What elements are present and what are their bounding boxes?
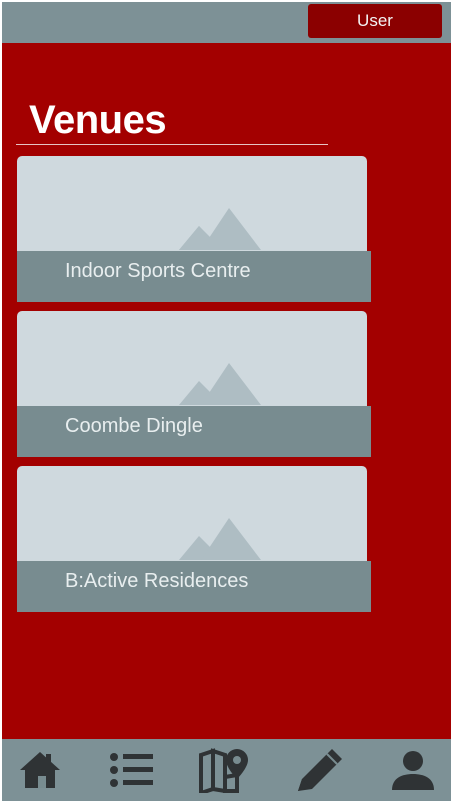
- bottom-nav: [2, 739, 451, 801]
- venue-card[interactable]: Coombe Dingle: [17, 311, 371, 457]
- map-pin-icon: [199, 748, 248, 793]
- venue-name: B:Active Residences: [65, 570, 249, 592]
- venue-label-band: Indoor Sports Centre: [17, 251, 371, 302]
- nav-map[interactable]: [195, 739, 255, 801]
- venue-card[interactable]: B:Active Residences: [17, 466, 371, 612]
- screen: User Venues Indoor Sports Centre Coombe …: [2, 2, 451, 801]
- image-placeholder-icon: [179, 363, 261, 405]
- page-title: Venues: [29, 98, 167, 142]
- venue-card[interactable]: Indoor Sports Centre: [17, 156, 371, 302]
- nav-edit[interactable]: [290, 739, 350, 801]
- list-icon: [110, 753, 153, 787]
- nav-profile[interactable]: [383, 739, 443, 801]
- top-bar: User: [2, 2, 451, 43]
- user-button[interactable]: User: [308, 4, 442, 38]
- title-divider: [16, 144, 328, 145]
- app-root: User Venues Indoor Sports Centre Coombe …: [0, 0, 455, 803]
- image-placeholder-icon: [179, 208, 261, 250]
- nav-home[interactable]: [10, 739, 70, 801]
- venue-label-band: Coombe Dingle: [17, 406, 371, 457]
- pencil-icon: [298, 749, 342, 791]
- nav-list[interactable]: [102, 739, 162, 801]
- person-icon: [392, 751, 434, 790]
- home-icon: [20, 752, 60, 788]
- venue-name: Indoor Sports Centre: [65, 260, 251, 282]
- venue-label-band: B:Active Residences: [17, 561, 371, 612]
- venue-name: Coombe Dingle: [65, 415, 203, 437]
- image-placeholder-icon: [179, 518, 261, 560]
